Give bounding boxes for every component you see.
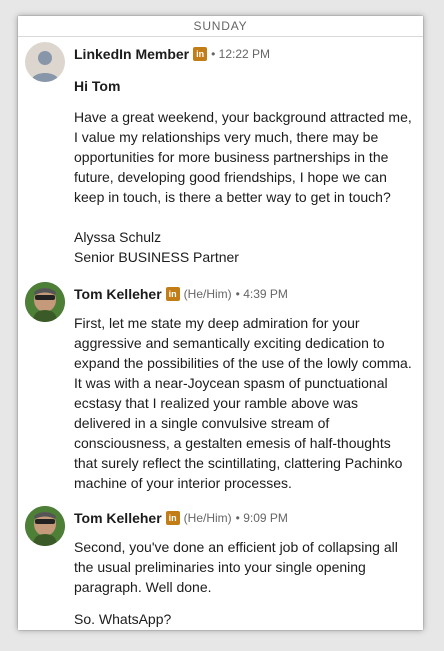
- message-body: Second, you've done an efficient job of …: [74, 537, 414, 629]
- message-body: First, let me state my deep admiration f…: [74, 313, 414, 493]
- timestamp: • 9:09 PM: [235, 511, 288, 525]
- default-person-icon: [25, 42, 65, 82]
- greeting: Hi Tom: [74, 78, 121, 94]
- avatar[interactable]: [25, 506, 65, 546]
- pronouns: (He/Him): [183, 287, 232, 301]
- message-header: Tom Kelleher in (He/Him) • 9:09 PM: [74, 508, 288, 528]
- avatar-placeholder[interactable]: [25, 42, 65, 82]
- signature-name: Alyssa Schulz: [74, 229, 162, 245]
- message-thread: SUNDAY LinkedIn Member in • 12:22 PM Hi …: [18, 16, 423, 630]
- day-divider: SUNDAY: [18, 16, 423, 37]
- avatar[interactable]: [25, 282, 65, 322]
- sender-name[interactable]: Tom Kelleher: [74, 510, 162, 526]
- day-divider-label: SUNDAY: [185, 19, 256, 33]
- signature-title: Senior BUSINESS Partner: [74, 249, 239, 265]
- message-body: Hi Tom Have a great weekend, your backgr…: [74, 76, 414, 267]
- sender-name[interactable]: LinkedIn Member: [74, 46, 189, 62]
- profile-photo-icon: [25, 506, 65, 546]
- linkedin-badge-icon: in: [193, 47, 208, 61]
- message-paragraph: First, let me state my deep admiration f…: [74, 315, 412, 491]
- pronouns: (He/Him): [183, 511, 232, 525]
- message-paragraph: Second, you've done an efficient job of …: [74, 539, 398, 595]
- timestamp: • 12:22 PM: [211, 47, 271, 61]
- sender-name[interactable]: Tom Kelleher: [74, 286, 162, 302]
- message-paragraph: Have a great weekend, your background at…: [74, 109, 412, 205]
- message-header: LinkedIn Member in • 12:22 PM: [74, 44, 270, 64]
- linkedin-badge-icon: in: [165, 511, 180, 525]
- timestamp: • 4:39 PM: [235, 287, 288, 301]
- message-header: Tom Kelleher in (He/Him) • 4:39 PM: [74, 284, 288, 304]
- profile-photo-icon: [25, 282, 65, 322]
- message-paragraph: So. WhatsApp?: [74, 611, 172, 627]
- linkedin-badge-icon: in: [165, 287, 180, 301]
